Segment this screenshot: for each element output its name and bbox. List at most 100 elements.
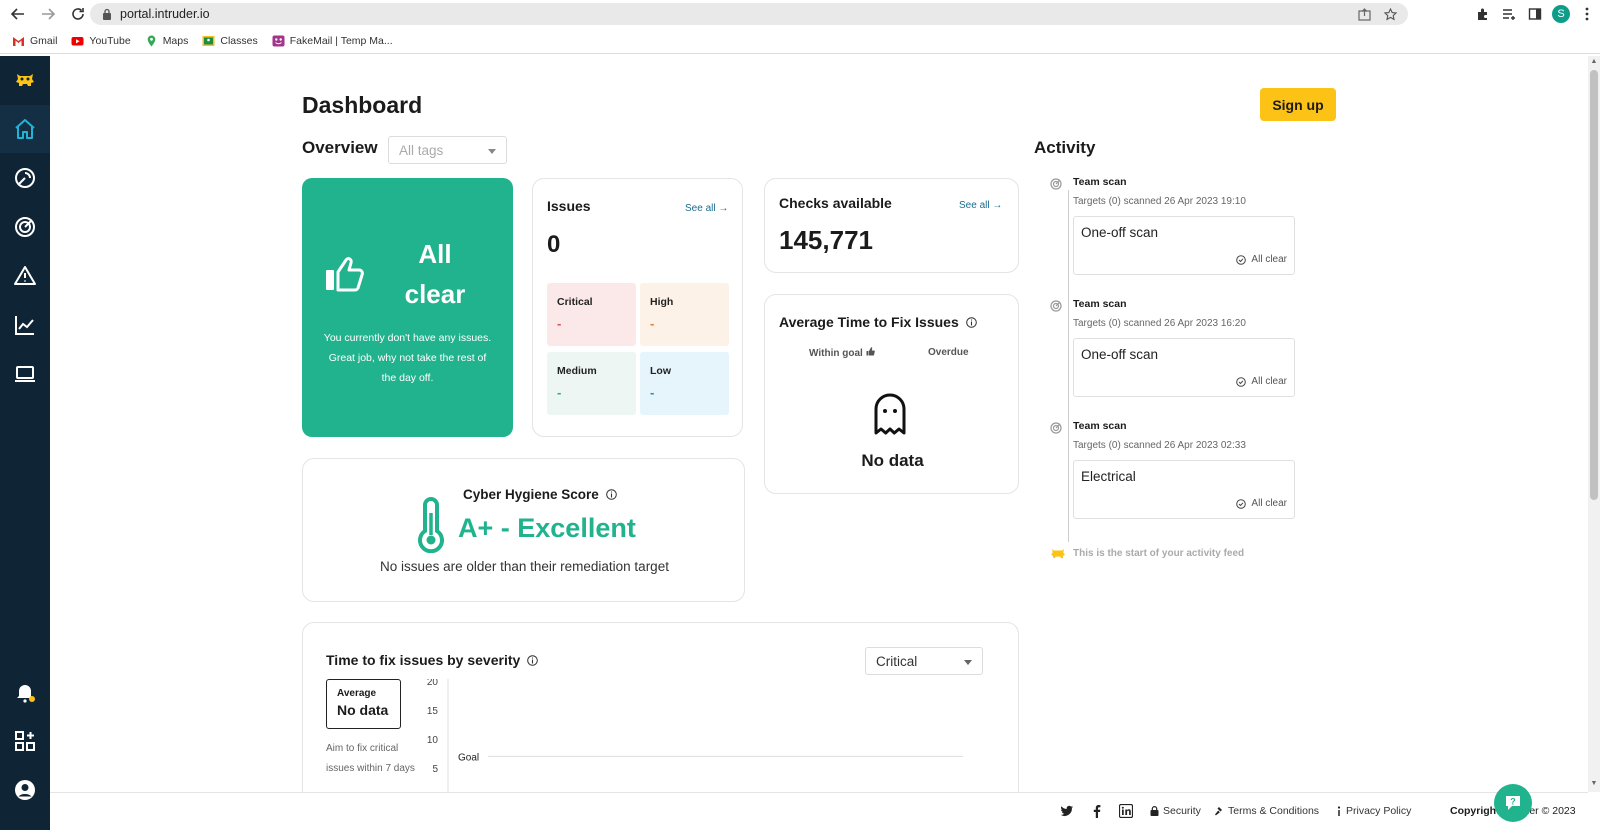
terms-link[interactable]: Terms & Conditions (1214, 805, 1319, 817)
scan-status-text: All clear (1251, 376, 1287, 387)
activity-scan-card[interactable]: One-off scan All clear (1073, 216, 1295, 275)
more-menu-icon[interactable] (1574, 2, 1600, 26)
severity-critical[interactable]: Critical - (547, 283, 636, 346)
info-icon[interactable] (527, 655, 538, 666)
y-tick-label: 5 (432, 764, 438, 775)
scan-status-text: All clear (1251, 498, 1287, 509)
y-tick-label: 15 (427, 706, 439, 717)
account-icon[interactable] (0, 766, 50, 814)
side-panel-icon[interactable] (1522, 2, 1548, 26)
average-label: Average (337, 688, 377, 699)
profile-avatar[interactable]: S (1548, 2, 1574, 26)
bookmark-fakemail[interactable]: FakeMail | Temp Ma... (272, 35, 393, 47)
scroll-up-icon[interactable]: ▲ (1590, 58, 1598, 66)
aim-text: Aim to fix critical issues within 7 days (326, 743, 415, 774)
time-to-fix-card: Time to fix issues by severity Critical … (302, 622, 1019, 792)
check-circle-icon (1236, 498, 1247, 509)
nav-targets-icon[interactable] (0, 203, 50, 251)
bookmark-classes[interactable]: Classes (202, 35, 258, 47)
checks-count: 145,771 (779, 225, 873, 255)
average-box: Average No data (326, 679, 401, 729)
linkedin-icon[interactable] (1119, 804, 1133, 818)
issues-see-all-link[interactable]: See all → (685, 203, 728, 214)
privacy-link-text: Privacy Policy (1346, 805, 1412, 817)
activity-item-subtitle: Targets (0) scanned 26 Apr 2023 19:10 (1073, 196, 1246, 207)
hygiene-description: No issues are older than their remediati… (380, 559, 669, 574)
browser-toolbar: portal.intruder.io S (0, 0, 1600, 28)
bookmark-label: FakeMail | Temp Ma... (289, 34, 393, 47)
info-icon[interactable] (965, 317, 977, 328)
chevron-down-icon (964, 660, 972, 665)
bookmark-youtube[interactable]: YouTube (71, 35, 131, 47)
thumbs-up-icon (326, 257, 364, 292)
facebook-icon[interactable] (1090, 804, 1104, 818)
profile-initial: S (1552, 5, 1570, 23)
info-icon[interactable] (605, 489, 617, 500)
integrations-icon[interactable] (0, 717, 50, 765)
activity-item-title: Team scan (1073, 176, 1127, 188)
nav-home-icon[interactable] (0, 105, 50, 153)
severity-low[interactable]: Low - (640, 352, 729, 415)
forward-icon[interactable] (36, 2, 60, 26)
nav-scans-icon[interactable] (0, 154, 50, 202)
severity-high[interactable]: High - (640, 283, 729, 346)
thumbs-up-small-icon (866, 347, 875, 356)
checks-card: Checks available See all → 145,771 (764, 178, 1019, 273)
bookmark-label: Maps (162, 34, 189, 47)
scroll-down-icon[interactable]: ▼ (1590, 780, 1598, 788)
issues-title: Issues (547, 198, 591, 214)
extensions-icon[interactable] (1470, 2, 1496, 26)
severity-value: - (650, 385, 655, 400)
tags-select[interactable]: All tags (388, 136, 507, 164)
scrollbar-thumb[interactable] (1590, 70, 1598, 500)
nav-agents-icon[interactable] (0, 350, 50, 398)
activity-item-title: Team scan (1073, 298, 1127, 310)
intruder-logo-icon[interactable] (0, 56, 50, 104)
page-scrollbar[interactable]: ▲ ▼ (1588, 56, 1600, 792)
time-to-fix-chart: 20151050daysGoal (427, 679, 963, 792)
nav-issues-icon[interactable] (0, 252, 50, 300)
twitter-icon[interactable] (1060, 804, 1074, 818)
all-clear-heading: All clear (390, 234, 480, 314)
share-icon[interactable] (1356, 6, 1372, 22)
activity-scan-card[interactable]: Electrical All clear (1073, 460, 1295, 519)
svg-text:?: ? (1510, 797, 1516, 807)
issues-count: 0 (547, 231, 561, 258)
thermometer-icon (418, 497, 444, 553)
main-content: Dashboard Sign up Overview All tags All … (50, 56, 1584, 792)
goal-label: Goal (458, 752, 479, 763)
severity-value: - (557, 385, 562, 400)
star-icon[interactable] (1382, 6, 1398, 22)
activity-start-text: This is the start of your activity feed (1073, 548, 1245, 559)
all-clear-heading-line1: All (418, 239, 452, 269)
notifications-bell-icon[interactable] (0, 668, 50, 716)
url-text: portal.intruder.io (120, 7, 210, 21)
nav-reports-icon[interactable] (0, 301, 50, 349)
reading-list-icon[interactable] (1496, 2, 1522, 26)
activity-scan-card[interactable]: One-off scan All clear (1073, 338, 1295, 397)
scan-status: All clear (1236, 498, 1287, 509)
all-clear-card: All clear You currently don't have any i… (302, 178, 513, 437)
severity-value: - (557, 316, 562, 331)
scan-name: One-off scan (1081, 347, 1159, 362)
address-bar[interactable]: portal.intruder.io (90, 3, 1408, 25)
security-link[interactable]: Security (1150, 805, 1201, 817)
severity-value: - (650, 316, 655, 331)
bookmark-maps[interactable]: Maps (145, 34, 189, 47)
reload-icon[interactable] (66, 2, 90, 26)
checks-title: Checks available (779, 195, 892, 211)
activity-title: Activity (1034, 138, 1096, 157)
avg-time-empty: No data (861, 451, 924, 470)
fakemail-icon (272, 35, 285, 46)
chat-launcher-button[interactable]: ? (1494, 784, 1532, 822)
scan-target-icon (1050, 422, 1062, 434)
hygiene-grade: A+ - Excellent (458, 513, 636, 543)
sign-up-button[interactable]: Sign up (1260, 88, 1336, 121)
bookmark-gmail[interactable]: Gmail (12, 35, 57, 47)
checks-see-all-link[interactable]: See all → (959, 200, 1002, 211)
scan-status: All clear (1236, 254, 1287, 265)
severity-medium[interactable]: Medium - (547, 352, 636, 415)
privacy-link[interactable]: Privacy Policy (1336, 805, 1411, 817)
severity-select[interactable]: Critical (865, 647, 983, 675)
back-icon[interactable] (6, 2, 30, 26)
